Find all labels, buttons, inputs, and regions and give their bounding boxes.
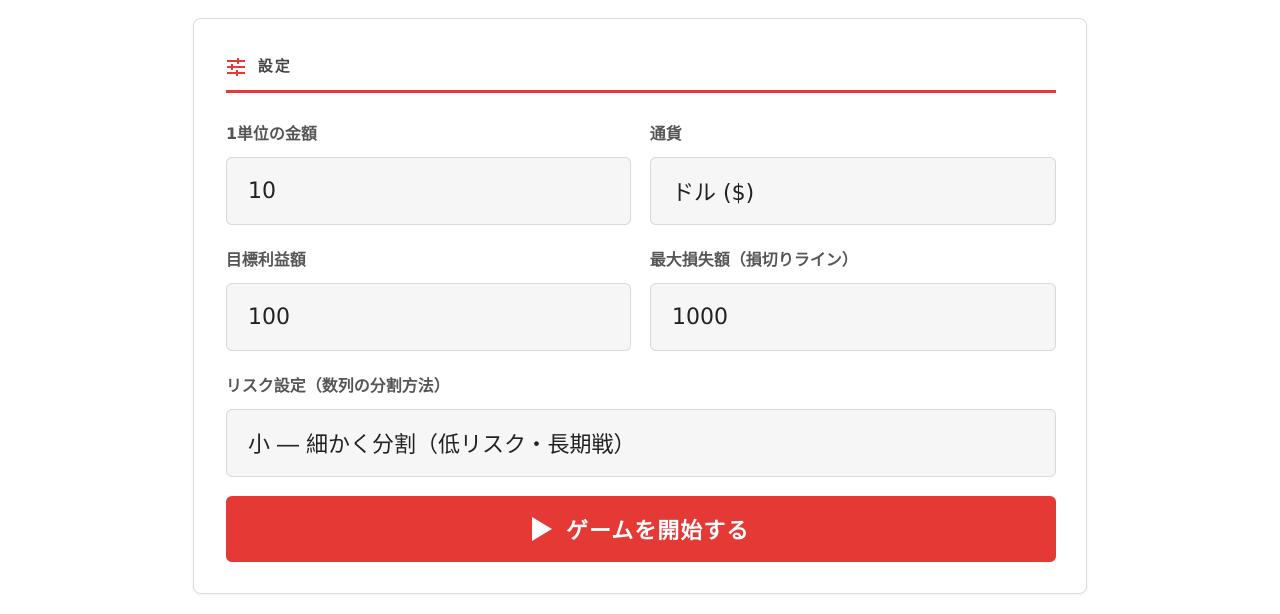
unit-amount-label: 1単位の金額 <box>226 124 318 143</box>
currency-label: 通貨 <box>650 124 683 143</box>
unit-amount-input[interactable]: 10 <box>226 157 631 225</box>
settings-title: 設定 <box>258 57 293 75</box>
risk-setting-select[interactable]: 小 ― 細かく分割（低リスク・長期戦） <box>226 409 1056 477</box>
sliders-icon <box>226 57 246 77</box>
risk-setting-label: リスク設定（数列の分割方法） <box>226 376 451 395</box>
play-icon <box>532 517 553 541</box>
start-game-label: ゲームを開始する <box>566 519 750 544</box>
target-profit-input[interactable]: 100 <box>226 283 631 351</box>
start-game-button[interactable]: ゲームを開始する <box>226 496 1056 562</box>
currency-select[interactable]: ドル ($) <box>650 157 1056 225</box>
max-loss-input[interactable]: 1000 <box>650 283 1056 351</box>
settings-header: 設定 <box>226 55 1056 93</box>
max-loss-label: 最大損失額（損切りライン） <box>650 250 859 269</box>
settings-card: 設定 1単位の金額 10 通貨 ドル ($) 目標利益額 100 最大損失額（損… <box>193 18 1087 594</box>
target-profit-label: 目標利益額 <box>226 250 307 269</box>
